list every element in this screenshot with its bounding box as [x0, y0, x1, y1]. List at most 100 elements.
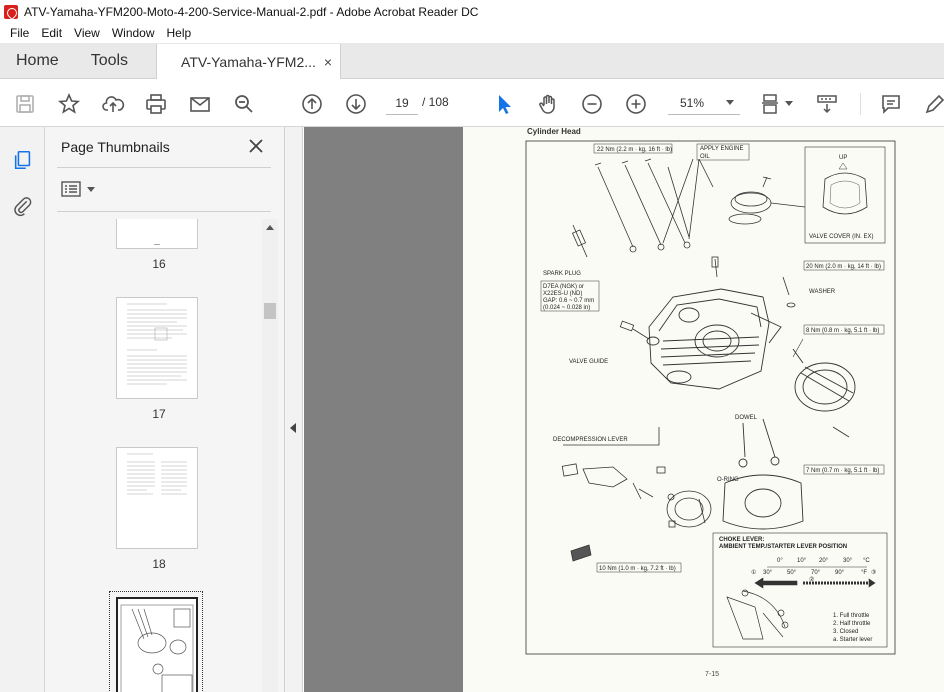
page-thumbnails-panel: Page Thumbnails 16 17 18 — [45, 127, 285, 692]
collapse-arrow-icon[interactable] — [290, 423, 296, 433]
bookmark-star-icon[interactable] — [56, 91, 82, 117]
legend-3: 3. Closed — [833, 629, 858, 635]
hand-tool-icon[interactable] — [535, 91, 561, 117]
thumbnail-options-button[interactable] — [61, 179, 97, 199]
temp-f-70: 70° — [811, 570, 821, 576]
panel-title: Page Thumbnails — [61, 139, 170, 155]
left-rail — [0, 127, 45, 692]
page-footer-number: 7-15 — [705, 671, 720, 678]
thumbnail-preview — [127, 453, 187, 495]
pdf-page: Cylinder Head 22 Nm (2.2 m · kg, 16 ft ·… — [463, 127, 944, 692]
scroll-up-arrow-icon[interactable] — [266, 225, 274, 230]
zoom-level-select[interactable]: 51% — [668, 91, 740, 115]
cylinder-head-diagram: 22 Nm (2.2 m · kg, 16 ft · lb) APPLY ENG… — [525, 140, 896, 655]
temp-c-0: 0° — [777, 558, 783, 564]
choke-title-1: CHOKE LEVER: — [719, 537, 764, 543]
temp-c-20: 20° — [819, 558, 829, 564]
page-thumbnail[interactable] — [116, 447, 198, 549]
previous-page-icon[interactable] — [299, 91, 325, 117]
zoom-in-icon[interactable] — [623, 91, 649, 117]
menu-help[interactable]: Help — [161, 26, 198, 40]
callout-torque-8: 8 Nm (0.8 m · kg, 5.1 ft · lb) — [806, 328, 879, 334]
page-number-input[interactable]: 19 — [386, 91, 418, 115]
spark-spec-1: D7EA (NGK) or — [543, 284, 584, 290]
page-display-icon[interactable] — [758, 91, 784, 117]
tab-bar: Home Tools ATV-Yamaha-YFM2... × — [0, 43, 944, 79]
temp-f-90: 90° — [835, 570, 845, 576]
callout-apply-oil-2: OIL — [700, 154, 710, 160]
print-icon[interactable] — [143, 91, 169, 117]
callout-torque-10: 10 Nm (1.0 m · kg, 7.2 ft · lb) — [599, 566, 676, 572]
temp-c-unit: °C — [863, 558, 870, 564]
thumbnail-label: 17 — [152, 407, 166, 421]
menu-bar: File Edit View Window Help — [0, 23, 944, 43]
menu-edit[interactable]: Edit — [35, 26, 68, 40]
tab-close-icon[interactable]: × — [324, 54, 332, 70]
save-icon[interactable] — [12, 91, 38, 117]
callout-torque-22: 22 Nm (2.2 m · kg, 16 ft · lb) — [597, 147, 672, 153]
tab-document[interactable]: ATV-Yamaha-YFM2... × — [156, 44, 342, 79]
document-view[interactable]: Cylinder Head 22 Nm (2.2 m · kg, 16 ft ·… — [304, 127, 944, 692]
callout-decompression: DECOMPRESSION LEVER — [553, 437, 628, 443]
marker-2: ② — [809, 576, 814, 583]
panel-divider — [57, 167, 271, 168]
marker-3: ③ — [871, 569, 876, 576]
panel-collapse-strip[interactable] — [285, 127, 303, 692]
legend-a: a. Starter lever — [833, 637, 872, 643]
close-icon[interactable] — [247, 137, 265, 155]
email-icon[interactable] — [187, 91, 213, 117]
page-thumbnail-current[interactable] — [116, 597, 198, 692]
acrobat-app-icon — [4, 4, 18, 19]
search-icon[interactable] — [231, 91, 257, 117]
menu-file[interactable]: File — [4, 26, 35, 40]
thumbnail-preview — [127, 303, 187, 385]
marker-1: ① — [751, 569, 756, 576]
callout-up: UP — [839, 155, 847, 161]
tab-home[interactable]: Home — [0, 43, 75, 78]
choke-title-2: AMBIENT TEMP./STARTER LEVER POSITION — [719, 544, 847, 550]
callout-washer: WASHER — [809, 289, 836, 295]
temp-f-unit: °F — [861, 570, 867, 576]
thumbnail-list[interactable]: 16 17 18 — [57, 219, 261, 692]
page-thumbnail[interactable] — [116, 219, 198, 249]
menu-window[interactable]: Window — [106, 26, 161, 40]
thumbnail-scrollbar[interactable] — [262, 219, 278, 692]
choke-lever-inset — [712, 532, 888, 648]
callout-apply-oil: APPLY ENGINE — [700, 146, 743, 152]
temp-c-30: 30° — [843, 558, 853, 564]
zoom-out-icon[interactable] — [579, 91, 605, 117]
page-thumbnail[interactable] — [116, 297, 198, 399]
page-thumbnails-icon[interactable] — [10, 147, 36, 173]
temp-f-50: 50° — [787, 570, 797, 576]
pen-icon[interactable] — [922, 91, 944, 117]
title-bar: ATV-Yamaha-YFM200-Moto-4-200-Service-Man… — [0, 0, 944, 23]
tab-document-label: ATV-Yamaha-YFM2... — [181, 53, 316, 70]
attachment-paperclip-icon[interactable] — [10, 193, 36, 219]
scrollbar-thumb[interactable] — [264, 303, 276, 319]
thumbnail-label: 16 — [152, 257, 166, 271]
toolbar-divider — [860, 93, 861, 115]
callout-dowel: DOWEL — [735, 415, 758, 421]
zoom-level-value: 51% — [680, 95, 705, 110]
chevron-down-icon[interactable] — [785, 101, 793, 106]
temp-c-10: 10° — [797, 558, 807, 564]
temp-f-30: 30° — [763, 570, 773, 576]
window-title: ATV-Yamaha-YFM200-Moto-4-200-Service-Man… — [24, 4, 479, 19]
scroll-mode-icon[interactable] — [814, 91, 840, 117]
comment-icon[interactable] — [878, 91, 904, 117]
panel-divider — [57, 211, 271, 212]
next-page-icon[interactable] — [343, 91, 369, 117]
tab-tools[interactable]: Tools — [75, 43, 144, 78]
thumbnail-label: 18 — [152, 557, 166, 571]
chevron-down-icon — [726, 100, 734, 105]
upload-cloud-icon[interactable] — [100, 91, 126, 117]
thumbnail-preview — [120, 604, 194, 692]
callout-torque-7: 7 Nm (0.7 m · kg, 5.1 ft · lb) — [806, 468, 879, 474]
toolbar: 19 / 108 51% — [0, 79, 944, 127]
legend-1: 1. Full throttle — [833, 613, 870, 619]
select-cursor-icon[interactable] — [491, 91, 517, 117]
spark-spec-3: GAP: 0.6 ~ 0.7 mm — [543, 298, 594, 304]
valve-cover-inset — [804, 146, 886, 244]
menu-view[interactable]: View — [68, 26, 106, 40]
callout-valve-cover: VALVE COVER (IN. EX) — [809, 234, 873, 240]
